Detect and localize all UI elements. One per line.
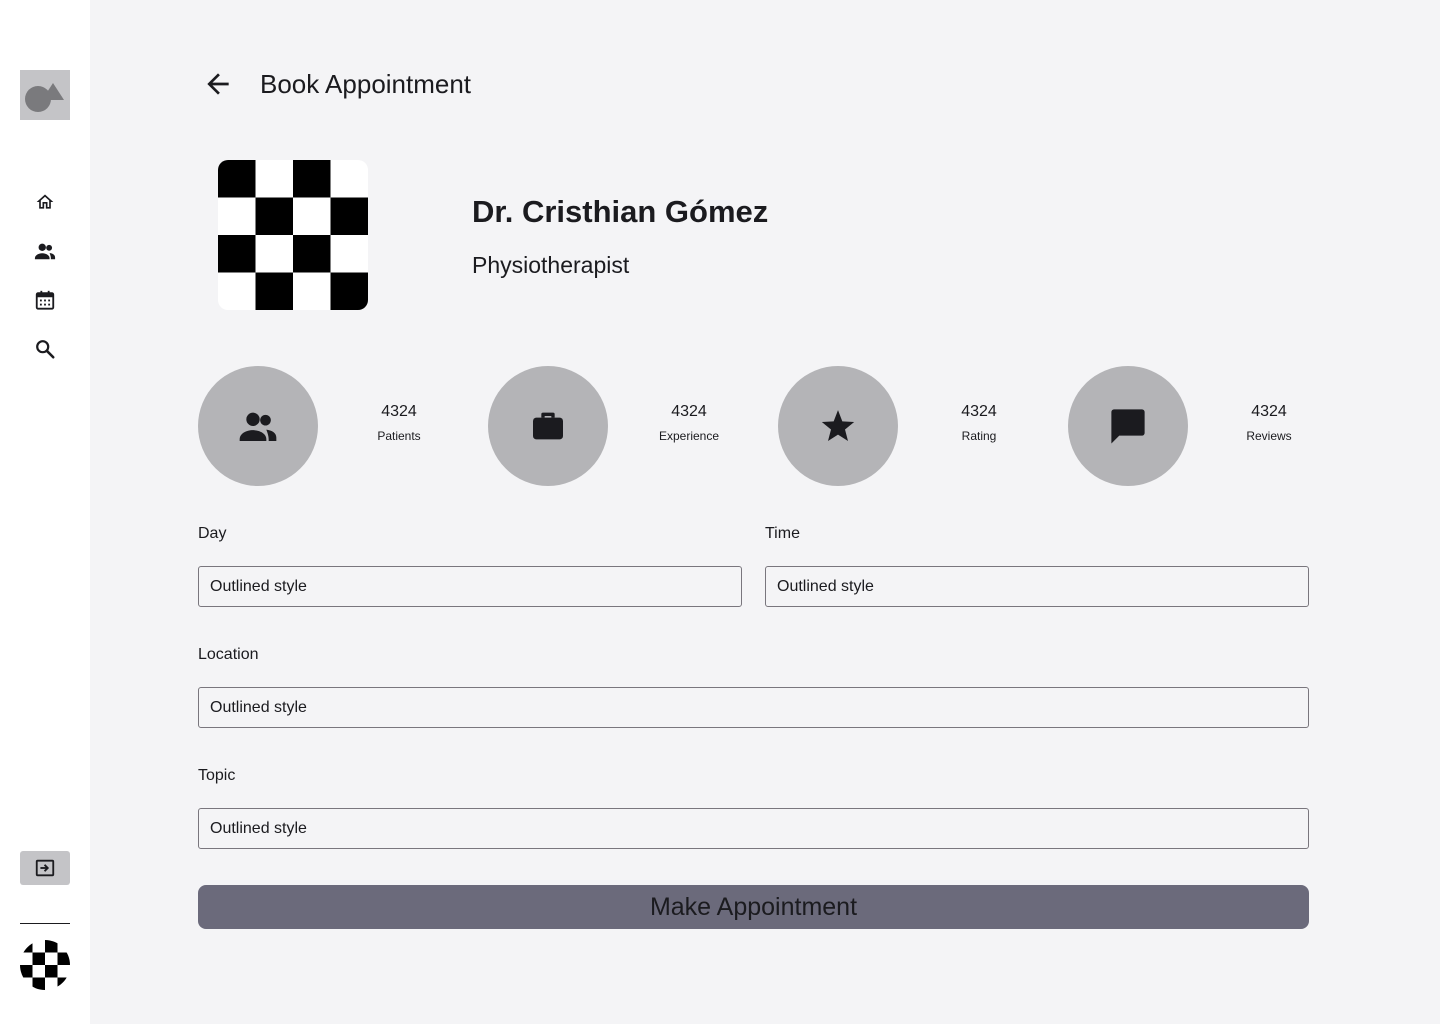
logout-button[interactable] [20, 851, 70, 885]
app-logo [20, 70, 70, 120]
nav-search[interactable] [33, 337, 57, 361]
stat-label: Reviews [1246, 429, 1292, 443]
stat-value: 4324 [961, 403, 997, 420]
day-input[interactable] [198, 566, 742, 607]
home-icon [36, 194, 54, 209]
reviews-stat: 4324 Reviews [1214, 400, 1324, 444]
back-button[interactable] [200, 66, 236, 102]
user-avatar[interactable] [20, 940, 70, 990]
reviews-stat-circle [1068, 366, 1188, 486]
stat-value: 4324 [1251, 403, 1287, 420]
doctor-photo [218, 160, 368, 310]
location-input[interactable] [198, 687, 1309, 728]
stat-label: Rating [961, 429, 997, 443]
patients-stat-circle [198, 366, 318, 486]
page-title: Book Appointment [260, 69, 472, 99]
topic-input[interactable] [198, 808, 1309, 849]
avatar-pattern-icon [20, 940, 70, 990]
shapes-logo-icon [25, 83, 64, 112]
sidebar [0, 0, 90, 1024]
logout-icon [35, 859, 55, 877]
topic-label: Topic [198, 767, 236, 784]
time-input[interactable] [765, 566, 1309, 607]
day-label: Day [198, 525, 227, 542]
nav-people[interactable] [33, 239, 57, 263]
briefcase-icon [533, 412, 563, 440]
make-appointment-button[interactable]: Make Appointment [198, 885, 1309, 929]
arrow-back-icon [207, 73, 229, 95]
stat-label: Patients [377, 429, 421, 443]
experience-stat-circle [488, 366, 608, 486]
doctor-name: Dr. Cristhian Gómez [472, 194, 769, 229]
photo-placeholder-icon [218, 160, 368, 310]
calendar-icon [35, 290, 55, 310]
search-icon [36, 340, 55, 359]
people-icon [34, 243, 56, 260]
location-label: Location [198, 646, 259, 663]
nav-calendar[interactable] [33, 288, 57, 312]
stat-label: Experience [658, 429, 720, 443]
rating-stat: 4324 Rating [924, 400, 1034, 444]
experience-stat: 4324 Experience [634, 400, 744, 444]
time-label: Time [765, 525, 800, 542]
sidebar-divider [20, 923, 70, 924]
stat-value: 4324 [381, 403, 417, 420]
patients-stat: 4324 Patients [344, 400, 454, 444]
group-icon [239, 412, 277, 441]
doctor-specialty: Physiotherapist [472, 252, 630, 278]
stat-value: 4324 [671, 403, 707, 420]
rating-stat-circle [778, 366, 898, 486]
nav-home[interactable] [33, 190, 57, 214]
star-icon [821, 410, 855, 441]
chat-icon [1111, 409, 1145, 444]
